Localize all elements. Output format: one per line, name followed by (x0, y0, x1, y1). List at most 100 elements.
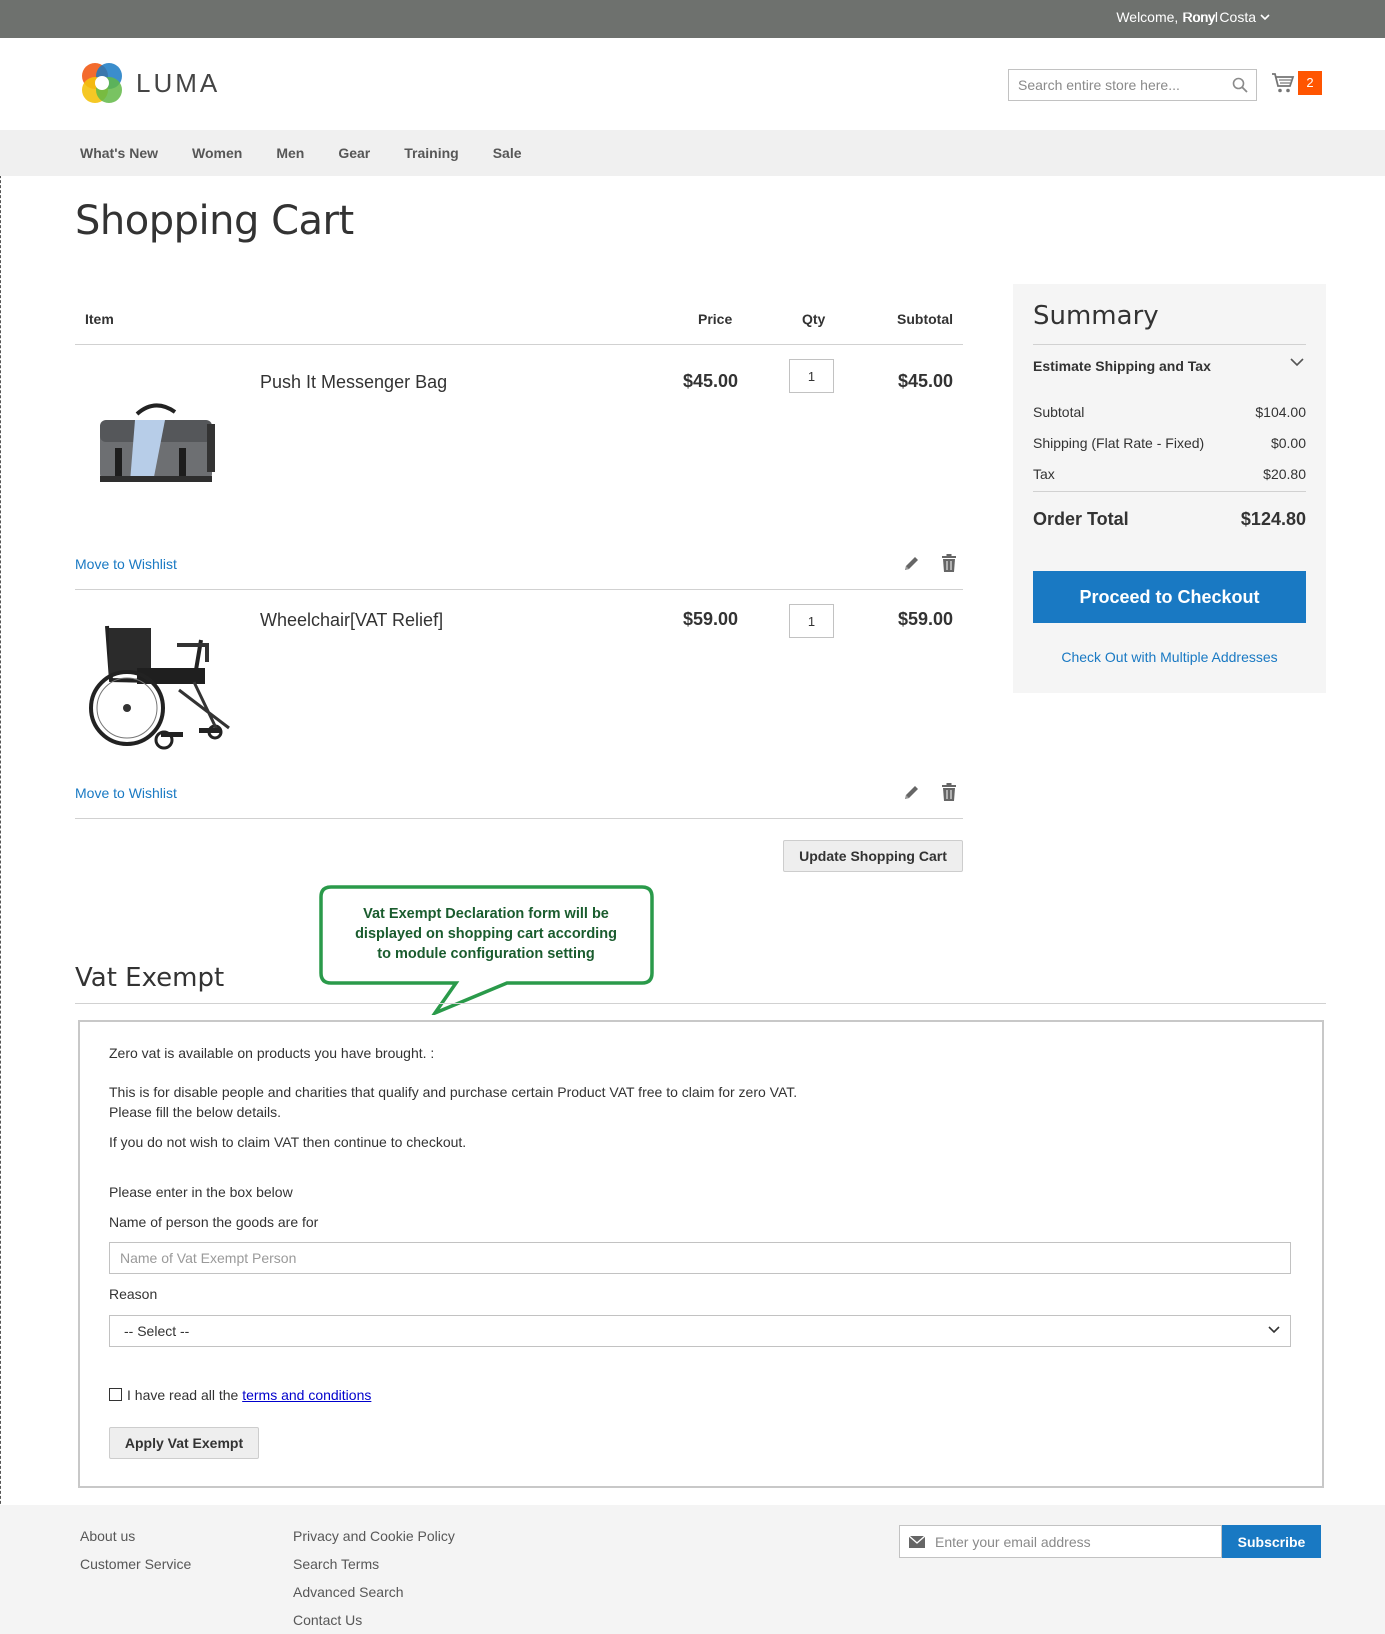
name-field-label: Name of person the goods are for (109, 1214, 319, 1230)
estimate-shipping-label: Estimate Shipping and Tax (1033, 358, 1211, 374)
top-panel: Welcome, Ronyl Rony Costa (0, 0, 1385, 38)
summary-line-value: $20.80 (1263, 466, 1306, 482)
nav-item-women[interactable]: Women (192, 145, 242, 161)
column-header-subtotal: Subtotal (897, 311, 953, 327)
reason-selected-value: -- Select -- (124, 1323, 190, 1339)
cart-summary: Summary Estimate Shipping and Tax Subtot… (1013, 284, 1326, 693)
reason-select[interactable]: -- Select -- (109, 1315, 1291, 1347)
nav-item-sale[interactable]: Sale (493, 145, 522, 161)
cart-table: Item Price Qty Subtotal Push It Messenge… (75, 290, 963, 819)
chevron-down-icon (1268, 1326, 1280, 1334)
header: LUMA 2 (0, 38, 1385, 130)
terms-checkbox[interactable] (109, 1388, 122, 1401)
order-total-label: Order Total (1033, 509, 1129, 529)
summary-line-label: Subtotal (1033, 404, 1085, 420)
footer-link-contact-us[interactable]: Contact Us (293, 1612, 362, 1628)
product-name-link[interactable]: Push It Messenger Bag (260, 372, 447, 393)
footer-link-about-us[interactable]: About us (80, 1528, 135, 1544)
proceed-to-checkout-button[interactable]: Proceed to Checkout (1033, 571, 1306, 623)
apply-vat-exempt-button[interactable]: Apply Vat Exempt (109, 1427, 259, 1459)
move-to-wishlist-link[interactable]: Move to Wishlist (75, 556, 177, 572)
cart-table-header: Item Price Qty Subtotal (75, 290, 963, 345)
footer: About us Customer Service Privacy and Co… (0, 1505, 1385, 1634)
vat-exempt-title: Vat Exempt (75, 963, 225, 993)
newsletter-email-input[interactable] (935, 1526, 1215, 1557)
footer-link-advanced-search[interactable]: Advanced Search (293, 1584, 404, 1600)
product-image-messenger-bag[interactable] (95, 400, 220, 490)
cart-counter-badge: 2 (1298, 71, 1322, 95)
item-subtotal: $45.00 (897, 371, 953, 391)
summary-line-shipping: Shipping (Flat Rate - Fixed) $0.00 (1033, 435, 1306, 451)
nav-item-training[interactable]: Training (404, 145, 458, 161)
vat-intro-text: Zero vat is available on products you ha… (109, 1045, 435, 1061)
chevron-down-icon (1260, 13, 1270, 20)
page-title: Shopping Cart (75, 198, 354, 244)
callout-text: Vat Exempt Declaration form will be disp… (325, 904, 647, 964)
summary-title: Summary (1033, 301, 1159, 331)
logo-text: LUMA (136, 67, 221, 98)
callout-line: Vat Exempt Declaration form will be (363, 906, 609, 922)
footer-link-customer-service[interactable]: Customer Service (80, 1556, 191, 1572)
main-navigation: What's New Women Men Gear Training Sale (0, 130, 1385, 176)
column-header-item: Item (85, 311, 114, 327)
account-name: Rony Costa (1182, 9, 1256, 25)
edit-pencil-icon[interactable] (902, 555, 920, 573)
vat-enter-instructions: Please enter in the box below (109, 1184, 293, 1200)
vat-exempt-name-input[interactable] (109, 1242, 1291, 1274)
edit-pencil-icon[interactable] (902, 784, 920, 802)
callout-line: to module configuration setting (377, 946, 595, 962)
logo-link[interactable]: LUMA (80, 60, 220, 106)
summary-line-subtotal: Subtotal $104.00 (1033, 404, 1306, 420)
summary-divider (1033, 491, 1306, 492)
qty-input[interactable] (789, 359, 834, 393)
qty-input[interactable] (789, 604, 834, 638)
search-icon[interactable] (1232, 77, 1248, 93)
vat-divider (75, 1003, 1326, 1004)
summary-line-value: $0.00 (1270, 435, 1306, 451)
item-price: $45.00 (682, 371, 738, 391)
update-shopping-cart-button[interactable]: Update Shopping Cart (783, 840, 963, 872)
estimate-shipping-toggle[interactable]: Estimate Shipping and Tax (1033, 344, 1306, 385)
cart-item-row: Wheelchair[VAT Relief] $59.00 $59.00 Mov… (75, 590, 963, 819)
item-price: $59.00 (682, 609, 738, 629)
account-menu-toggle[interactable]: Rony Costa (1183, 9, 1270, 25)
terms-label: I have read all the terms and conditions (127, 1387, 371, 1403)
cart-item-row: Push It Messenger Bag $45.00 $45.00 Move… (75, 345, 963, 590)
product-name-link[interactable]: Wheelchair[VAT Relief] (260, 610, 443, 631)
summary-line-label: Tax (1033, 466, 1055, 482)
terms-prefix: I have read all the (127, 1387, 239, 1403)
reason-field-label: Reason (109, 1286, 158, 1302)
newsletter-field (899, 1525, 1222, 1558)
luma-logo-icon (82, 63, 122, 103)
column-header-qty: Qty (802, 311, 826, 327)
nav-item-whats-new[interactable]: What's New (80, 145, 158, 161)
mail-icon (909, 1536, 925, 1548)
vat-description-text: Please fill the below details. (109, 1104, 281, 1120)
trash-icon[interactable] (941, 783, 957, 802)
nav-item-men[interactable]: Men (276, 145, 304, 161)
order-total-value: $124.80 (1240, 509, 1306, 529)
vat-description-text: This is for disable people and charities… (109, 1084, 798, 1100)
move-to-wishlist-link[interactable]: Move to Wishlist (75, 785, 177, 801)
product-image-wheelchair[interactable] (79, 610, 239, 750)
minicart-link[interactable]: 2 (1271, 71, 1322, 95)
order-total: Order Total $124.80 (1033, 509, 1306, 530)
chevron-down-icon (1290, 358, 1304, 367)
footer-link-search-terms[interactable]: Search Terms (293, 1556, 379, 1572)
nav-item-gear[interactable]: Gear (338, 145, 370, 161)
summary-line-tax: Tax $20.80 (1033, 466, 1306, 482)
search-input[interactable] (1009, 70, 1219, 100)
terms-and-conditions-link[interactable]: terms and conditions (242, 1387, 371, 1403)
item-subtotal: $59.00 (897, 609, 953, 629)
trash-icon[interactable] (941, 554, 957, 573)
cart-icon (1272, 73, 1295, 93)
search-box (1008, 69, 1257, 101)
column-header-price: Price (698, 311, 733, 327)
summary-line-value: $104.00 (1255, 404, 1306, 420)
summary-line-label: Shipping (Flat Rate - Fixed) (1033, 435, 1205, 451)
vat-skip-text: If you do not wish to claim VAT then con… (109, 1134, 467, 1150)
footer-link-privacy-policy[interactable]: Privacy and Cookie Policy (293, 1528, 455, 1544)
callout-line: displayed on shopping cart according (355, 926, 617, 942)
subscribe-button[interactable]: Subscribe (1222, 1525, 1321, 1558)
multi-address-checkout-link[interactable]: Check Out with Multiple Addresses (1033, 649, 1306, 665)
